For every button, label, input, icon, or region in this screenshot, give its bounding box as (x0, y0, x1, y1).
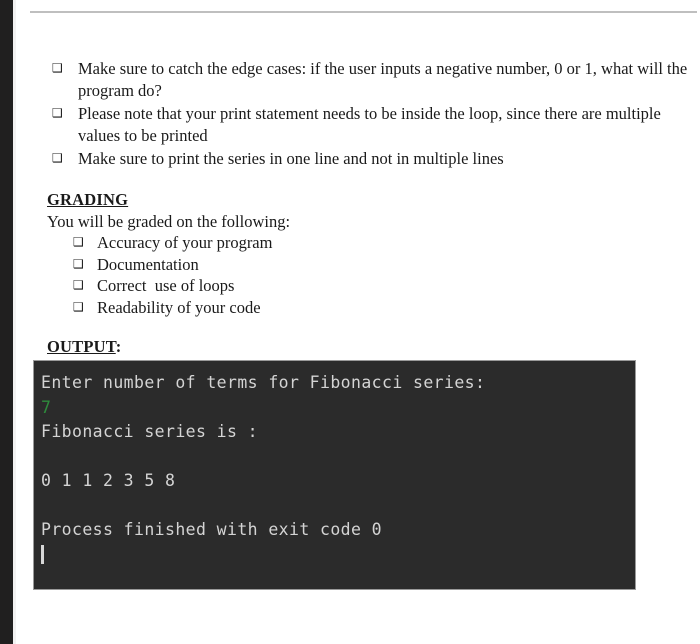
grading-criterion-text: Documentation (97, 254, 199, 274)
list-item: ❑ Accuracy of your program (73, 232, 473, 254)
hollow-square-bullet-icon: ❑ (73, 299, 84, 314)
notes-bullet-list: ❑ Make sure to catch the edge cases: if … (52, 58, 696, 172)
list-item: ❑ Correct use of loops (73, 275, 473, 297)
grading-section-heading: GRADING (47, 190, 128, 210)
grading-intro-text: You will be graded on the following: (47, 212, 291, 231)
list-item: ❑ Readability of your code (73, 297, 473, 319)
hollow-square-bullet-icon: ❑ (73, 235, 84, 249)
grading-criterion-text: Accuracy of your program (97, 233, 273, 252)
hollow-square-bullet-icon: ❑ (52, 151, 63, 165)
list-item: ❑ Make sure to catch the edge cases: if … (52, 58, 696, 101)
console-caret-line (41, 543, 635, 568)
console-line-exit-status: Process finished with exit code 0 (41, 520, 383, 539)
grading-heading-label: GRADING (47, 190, 129, 209)
console-line-series-label: Fibonacci series is : (41, 422, 259, 441)
notes-item-text: Please note that your print statement ne… (78, 104, 661, 145)
output-heading-colon: : (115, 337, 122, 356)
console-line-prompt: Enter number of terms for Fibonacci seri… (41, 373, 486, 392)
page-scan-edge-strip (0, 0, 13, 644)
output-section-heading: OUTPUT: (47, 337, 121, 357)
console-line-user-input: 7 (41, 397, 52, 417)
hollow-square-bullet-icon: ❑ (52, 106, 63, 120)
list-item: ❑ Make sure to print the series in one l… (52, 148, 696, 170)
list-item: ❑ Documentation (73, 254, 473, 276)
hollow-square-bullet-icon: ❑ (52, 61, 63, 75)
grading-criterion-text: Readability of your code (97, 297, 261, 317)
grading-criterion-text: Correct use of loops (97, 276, 235, 295)
list-item: ❑ Please note that your print statement … (52, 103, 696, 146)
document-page: ❑ Make sure to catch the edge cases: if … (16, 0, 700, 644)
console-output-window: Enter number of terms for Fibonacci seri… (33, 360, 636, 590)
text-cursor-icon (41, 544, 44, 564)
notes-item-text: Make sure to print the series in one lin… (78, 149, 504, 168)
hollow-square-bullet-icon: ❑ (73, 278, 84, 292)
grading-criteria-list: ❑ Accuracy of your program ❑ Documentati… (73, 232, 473, 318)
hollow-square-bullet-icon: ❑ (73, 256, 84, 271)
top-horizontal-rule (30, 11, 697, 13)
notes-item-text: Make sure to catch the edge cases: if th… (78, 59, 688, 100)
console-line-series-values: 0 1 1 2 3 5 8 (41, 471, 176, 490)
output-heading-label: OUTPUT (47, 337, 116, 356)
